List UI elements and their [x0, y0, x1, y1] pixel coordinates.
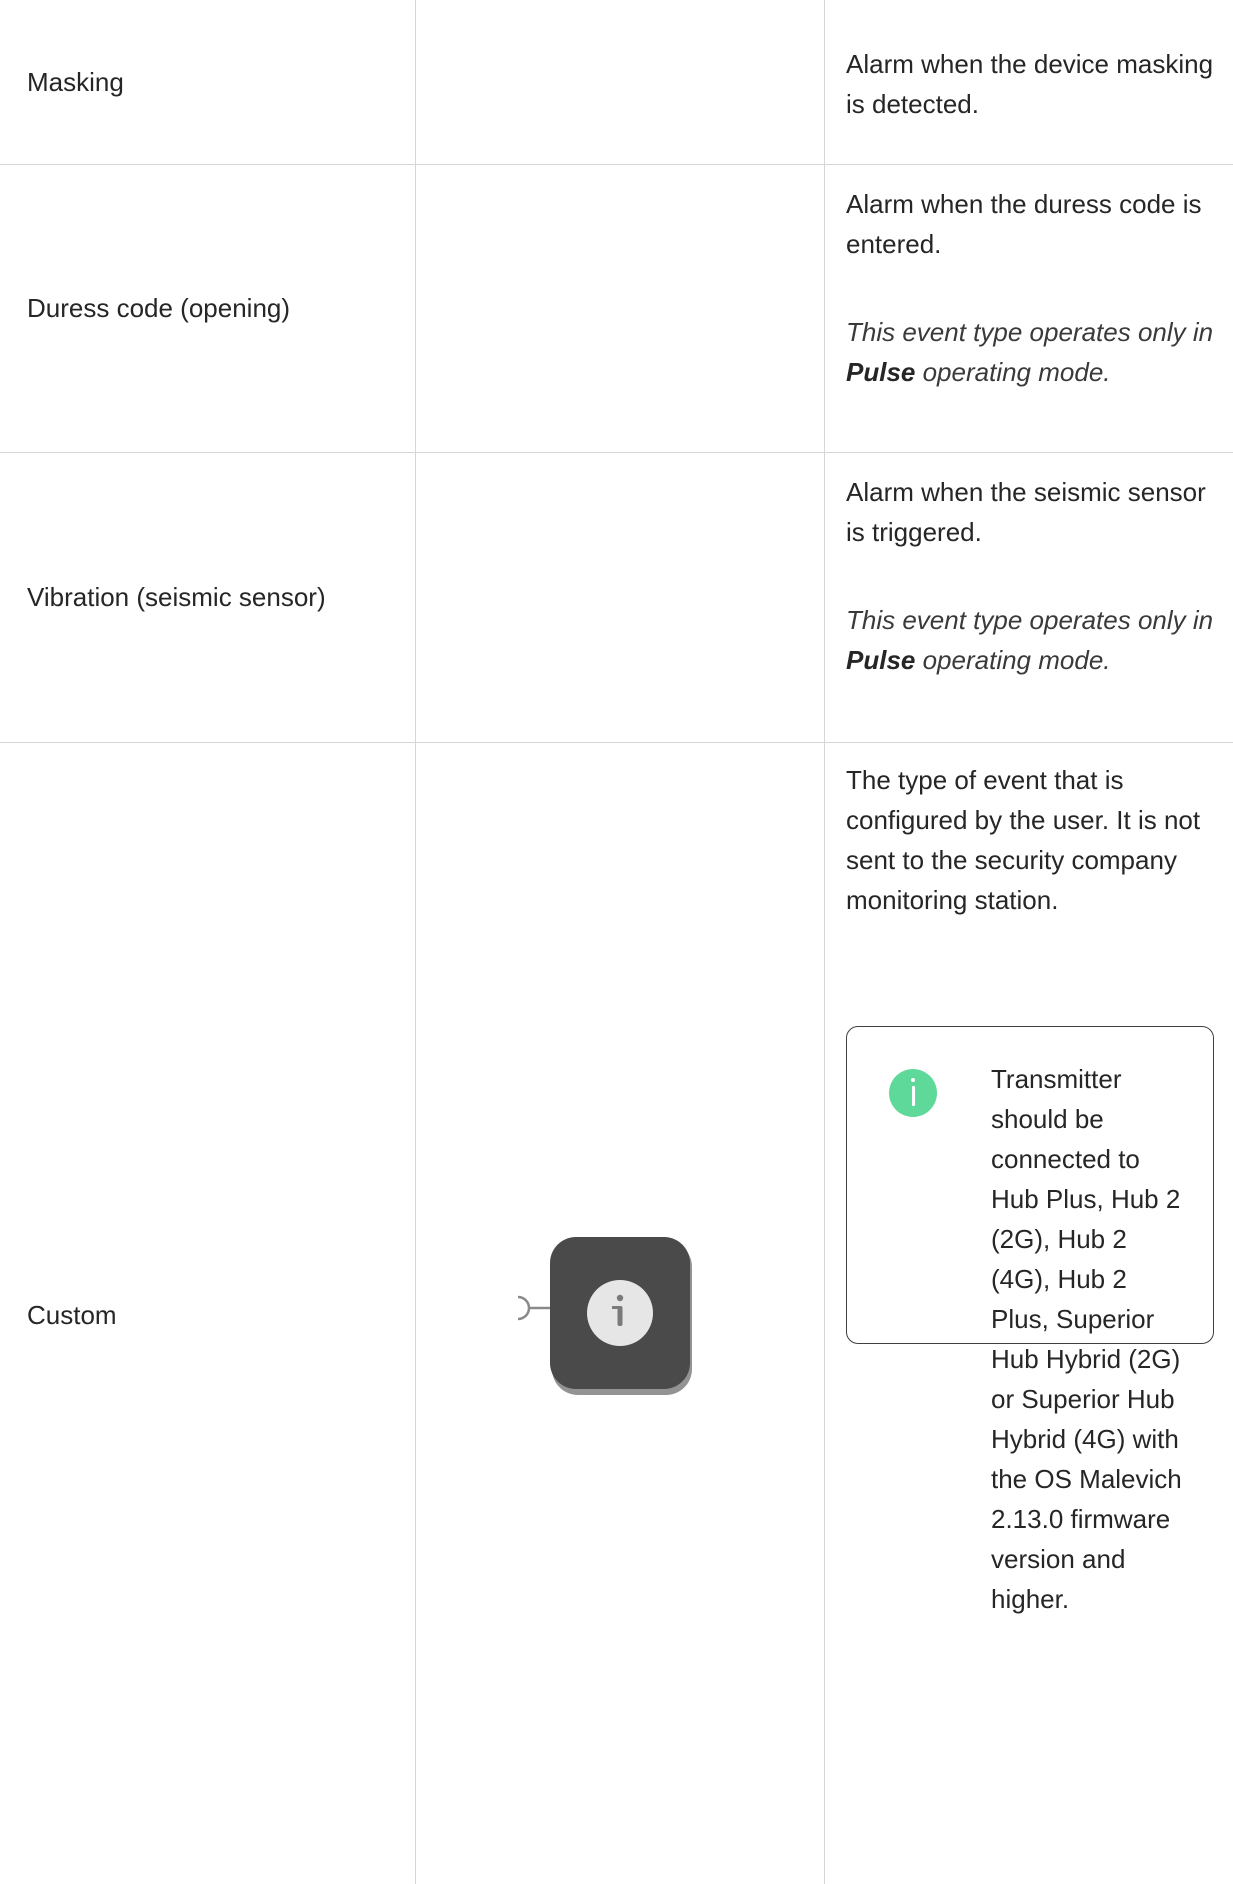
event-description: The type of event that is configured by … [846, 765, 1201, 915]
note-text: operating mode. [915, 645, 1111, 675]
note-text: operating mode. [915, 357, 1111, 387]
icon-cell [415, 0, 824, 164]
description-cell: Alarm when the device masking is detecte… [824, 0, 1233, 164]
connector-socket-icon [517, 1295, 531, 1321]
table-row: Vibration (seismic sensor) Alarm when th… [0, 452, 1233, 742]
info-callout: Transmitter should be connected to Hub P… [846, 1026, 1214, 1614]
table-row: Duress code (opening) Alarm when the dur… [0, 164, 1233, 452]
custom-event-node-icon [517, 1237, 692, 1395]
event-name-cell: Masking [0, 0, 415, 164]
operating-mode-note: This event type operates only in Pulse o… [846, 600, 1215, 680]
event-name-cell: Vibration (seismic sensor) [0, 452, 415, 742]
operating-mode-note: This event type operates only in Pulse o… [846, 312, 1215, 392]
event-name-cell: Duress code (opening) [0, 164, 415, 452]
icon-cell [415, 164, 824, 452]
description-cell: Alarm when the duress code is entered. T… [824, 164, 1233, 452]
note-text: This event type operates only in [846, 317, 1214, 347]
mode-name: Pulse [846, 645, 916, 675]
event-name: Duress code (opening) [27, 293, 291, 323]
event-name: Vibration (seismic sensor) [27, 582, 326, 612]
event-description: Alarm when the duress code is entered. [846, 189, 1202, 259]
info-icon [889, 1069, 937, 1117]
event-name-cell: Custom [0, 742, 415, 1884]
event-name: Custom [27, 1300, 117, 1330]
info-callout-text: Transmitter should be connected to Hub P… [991, 1064, 1182, 1614]
mode-name: Pulse [846, 357, 916, 387]
table-row: Masking Alarm when the device masking is… [0, 0, 1233, 164]
description-cell: The type of event that is configured by … [824, 742, 1233, 1884]
icon-cell [415, 452, 824, 742]
description-cell: Alarm when the seismic sensor is trigger… [824, 452, 1233, 742]
note-text: This event type operates only in [846, 605, 1214, 635]
event-description: Alarm when the device masking is detecte… [846, 49, 1214, 119]
event-description: Alarm when the seismic sensor is trigger… [846, 477, 1206, 547]
event-name: Masking [27, 67, 124, 97]
